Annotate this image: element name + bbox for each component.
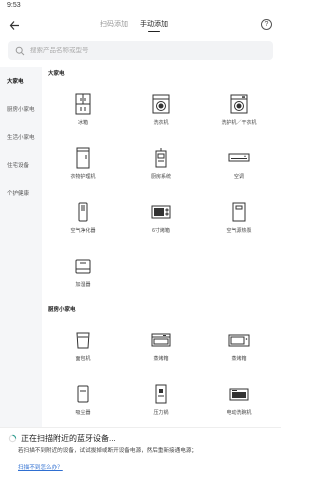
device-item-pressure-cooker[interactable]: 压力锅 xyxy=(122,369,200,423)
help-icon: ? xyxy=(264,21,269,28)
device-label: 空气净化器 xyxy=(70,228,96,234)
device-label: 蒸烤箱 xyxy=(231,356,247,362)
status-time: 9:53 xyxy=(7,2,21,9)
device-label: 衣物护理机 xyxy=(70,174,96,180)
search-icon xyxy=(15,46,25,55)
device-grid: 面包机 蒸烤箱 蒸烤箱 吸尘器 压力锅 电动洗碗机 xyxy=(42,315,281,423)
scan-hint: 若扫描不到附近的设备，试试拔掉或断开设备电源，然后重新接通电源； xyxy=(18,448,198,454)
steam-oven-2-icon xyxy=(228,334,250,347)
humidifier-icon xyxy=(75,259,91,274)
device-item-air-purifier[interactable]: 空气净化器 xyxy=(44,187,122,241)
fridge-icon xyxy=(75,93,91,115)
washer-icon xyxy=(152,94,170,114)
heat-pump-icon xyxy=(232,202,246,222)
air-purifier-icon xyxy=(78,202,88,222)
pressure-cooker-icon xyxy=(155,384,167,404)
scan-help-link[interactable]: 扫描不到怎么办？ xyxy=(8,463,63,471)
device-item-vacuum[interactable]: 吸尘器 xyxy=(44,369,122,423)
device-item-steam-oven[interactable]: 蒸烤箱 xyxy=(122,315,200,369)
sidebar-item-personal-care[interactable]: 个护健康 xyxy=(0,179,42,207)
device-label: 电动洗碗机 xyxy=(226,410,252,416)
steam-oven-icon xyxy=(151,333,171,347)
bluetooth-scan-panel: 正在扫描附近的蓝牙设备... 若扫描不到附近的设备，试试拔掉或断开设备电源，然后… xyxy=(0,427,281,500)
device-item-clothes-care[interactable]: 衣物护理机 xyxy=(44,133,122,187)
tab-scan-add[interactable]: 扫码添加 xyxy=(100,19,128,32)
device-item-bread-maker[interactable]: 面包机 xyxy=(44,315,122,369)
clothes-care-icon xyxy=(76,147,90,169)
dryer-icon xyxy=(230,94,248,114)
device-label: 压力锅 xyxy=(153,410,169,416)
category-sidebar: 大家电 厨房小家电 生活小家电 住宅设备 个护健康 xyxy=(0,67,42,427)
device-item-steam-oven-2[interactable]: 蒸烤箱 xyxy=(200,315,278,369)
device-label: 洗衣机 xyxy=(153,120,169,126)
scan-title-row: 正在扫描附近的蓝牙设备... xyxy=(8,433,275,444)
tab-manual-add[interactable]: 手动添加 xyxy=(140,19,168,32)
device-label: 面包机 xyxy=(75,356,91,362)
ac-icon xyxy=(228,153,250,162)
status-bar: 9:53 xyxy=(0,0,281,12)
device-label: 空调 xyxy=(233,174,244,180)
device-content: 大家电 冰箱 洗衣机 洗护机／干衣机 衣物护理机 厨房系统 空调 空气净化器 6… xyxy=(42,67,281,427)
device-item-dryer[interactable]: 洗护机／干衣机 xyxy=(200,79,278,133)
device-item-fridge[interactable]: 冰箱 xyxy=(44,79,122,133)
device-label: 吸尘器 xyxy=(75,410,91,416)
sidebar-item-living-appliances[interactable]: 生活小家电 xyxy=(0,123,42,151)
section-title: 大家电 xyxy=(48,71,65,77)
kitchen-system-icon xyxy=(155,148,167,168)
device-item-dishwasher[interactable]: 电动洗碗机 xyxy=(200,369,278,423)
back-button[interactable] xyxy=(7,18,21,32)
device-label: 空气源热泵 xyxy=(226,228,252,234)
loading-spinner-icon xyxy=(8,434,17,443)
device-label: 厨房系统 xyxy=(150,174,171,180)
device-item-humidifier[interactable]: 加湿器 xyxy=(44,241,122,295)
add-mode-tabs: 扫码添加 手动添加 xyxy=(100,19,168,32)
device-item-oven[interactable]: 6寸烤箱 xyxy=(122,187,200,241)
scan-title: 正在扫描附近的蓝牙设备... xyxy=(21,434,116,443)
device-label: 冰箱 xyxy=(77,120,88,126)
sidebar-item-kitchen-appliances[interactable]: 厨房小家电 xyxy=(0,95,42,123)
vacuum-icon xyxy=(77,385,89,403)
header: 扫码添加 手动添加 ? xyxy=(0,12,281,38)
device-label: 洗护机／干衣机 xyxy=(221,120,257,126)
dishwasher-icon xyxy=(229,388,249,401)
device-item-kitchen-system[interactable]: 厨房系统 xyxy=(122,133,200,187)
search-input[interactable] xyxy=(30,47,250,54)
device-grid: 冰箱 洗衣机 洗护机／干衣机 衣物护理机 厨房系统 空调 空气净化器 6寸烤箱 xyxy=(42,79,281,295)
sidebar-item-home-equipment[interactable]: 住宅设备 xyxy=(0,151,42,179)
back-arrow-icon xyxy=(9,20,19,30)
oven-icon xyxy=(151,205,171,219)
search-bar[interactable] xyxy=(8,41,273,60)
device-item-washer[interactable]: 洗衣机 xyxy=(122,79,200,133)
section-title: 厨房小家电 xyxy=(48,307,76,313)
device-label: 加湿器 xyxy=(75,282,91,288)
device-label: 6寸烤箱 xyxy=(152,228,170,234)
device-label: 蒸烤箱 xyxy=(153,356,169,362)
device-item-ac[interactable]: 空调 xyxy=(200,133,278,187)
device-item-heat-pump[interactable]: 空气源热泵 xyxy=(200,187,278,241)
sidebar-item-large-appliances[interactable]: 大家电 xyxy=(0,67,42,95)
bread-maker-icon xyxy=(76,332,90,349)
help-button[interactable]: ? xyxy=(261,19,272,30)
